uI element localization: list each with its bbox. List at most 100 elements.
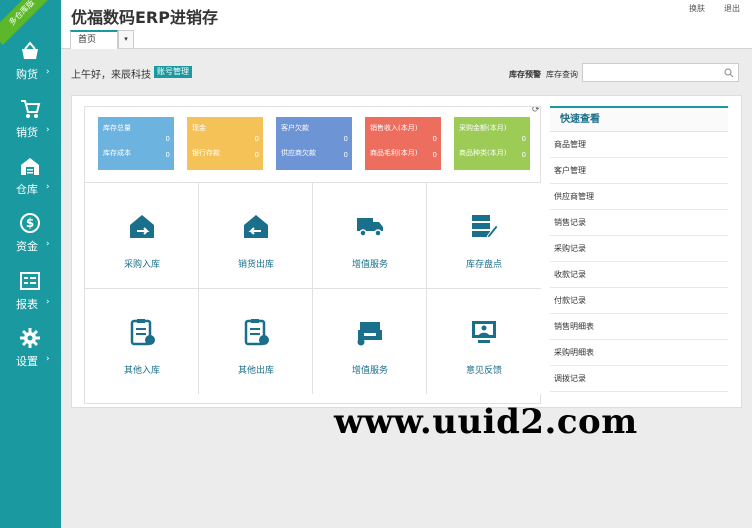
stat-label: 商品种类(本月) bbox=[459, 149, 507, 157]
stat-label: 库存总量 bbox=[103, 124, 131, 132]
sidebar-item-sales[interactable]: 销货 › bbox=[0, 96, 61, 152]
other-in-icon bbox=[130, 319, 155, 346]
quick-link-payment-records[interactable]: 付款记录 bbox=[550, 288, 728, 314]
tile-label: 增值服务 bbox=[351, 260, 388, 270]
stat-label: 商品毛利(本月) bbox=[370, 149, 418, 157]
tile-inventory-check[interactable]: 库存盘点 bbox=[427, 182, 541, 288]
sidebar-item-label: 设置 bbox=[16, 355, 38, 368]
tile-value-added-1[interactable]: 增值服务 bbox=[313, 182, 427, 288]
main-content: 上午好，来辰科技 账号管理 库存预警 库存查询 ⟳ 库存总量 0 库存成本 0 … bbox=[61, 49, 752, 528]
stat-label: 现金 bbox=[192, 124, 206, 132]
other-out-icon bbox=[244, 319, 269, 346]
chevron-right-icon: › bbox=[46, 182, 50, 192]
stat-value: 0 bbox=[165, 151, 170, 159]
tile-other-in[interactable]: 其他入库 bbox=[85, 288, 199, 394]
quick-view-panel: 快速查看 商品管理 客户管理 供应商管理 销售记录 采购记录 收款记录 付款记录… bbox=[550, 106, 728, 395]
switch-skin-link[interactable]: 换肤 bbox=[689, 3, 705, 14]
sidebar-item-label: 报表 bbox=[16, 298, 38, 311]
sidebar-item-label: 资金 bbox=[16, 240, 38, 253]
stat-label: 银行存款 bbox=[192, 149, 220, 157]
stock-query-label: 库存查询 bbox=[546, 70, 578, 79]
report-icon bbox=[20, 272, 40, 290]
quick-link-purchase-records[interactable]: 采购记录 bbox=[550, 236, 728, 262]
tile-sales-out[interactable]: 销货出库 bbox=[199, 182, 313, 288]
quick-view-title: 快速查看 bbox=[550, 106, 728, 132]
sidebar-item-warehouse[interactable]: 仓库 › bbox=[0, 153, 61, 209]
quick-link-suppliers[interactable]: 供应商管理 bbox=[550, 184, 728, 210]
dashboard-panel: ⟳ 库存总量 0 库存成本 0 现金 0 银行存款 0 客户欠款 0 供应商欠款… bbox=[71, 95, 742, 408]
warehouse-icon bbox=[21, 158, 39, 175]
stat-value: 0 bbox=[254, 151, 259, 159]
account-manage-button[interactable]: 账号管理 bbox=[154, 66, 192, 78]
quick-link-transfer-records[interactable]: 调拨记录 bbox=[550, 366, 728, 392]
quick-link-purchase-detail[interactable]: 采购明细表 bbox=[550, 340, 728, 366]
greeting-text: 上午好，来辰科技 bbox=[71, 70, 151, 81]
stat-card-cash: 现金 0 银行存款 0 bbox=[187, 117, 263, 170]
stat-label: 销售收入(本月) bbox=[370, 124, 418, 132]
chevron-right-icon: › bbox=[46, 67, 50, 77]
tile-value-added-2[interactable]: 增值服务 bbox=[313, 288, 427, 394]
sidebar-item-label: 仓库 bbox=[16, 183, 38, 196]
sidebar: 多仓库版 购货 › 销货 › 仓库 › $ 资金 › 报表 › 设置 › bbox=[0, 0, 61, 528]
stat-value: 0 bbox=[165, 135, 170, 143]
basket-icon bbox=[22, 41, 38, 59]
stat-label: 客户欠款 bbox=[281, 124, 309, 132]
watermark-text: www.uuid2.com bbox=[334, 402, 638, 442]
quick-link-customers[interactable]: 客户管理 bbox=[550, 158, 728, 184]
chevron-right-icon: › bbox=[46, 297, 50, 307]
app-title: 优福数码ERP进销存 bbox=[71, 8, 218, 27]
stat-value: 0 bbox=[521, 135, 526, 143]
stat-card-purchase: 采购金额(本月) 0 商品种类(本月) 0 bbox=[454, 117, 530, 170]
stat-value: 0 bbox=[254, 135, 259, 143]
sales-out-icon bbox=[244, 215, 268, 238]
tile-label: 库存盘点 bbox=[465, 260, 502, 270]
tile-other-out[interactable]: 其他出库 bbox=[199, 288, 313, 394]
tile-feedback[interactable]: 意见反馈 bbox=[427, 288, 541, 394]
quick-link-sales-records[interactable]: 销售记录 bbox=[550, 210, 728, 236]
stat-card-debts: 客户欠款 0 供应商欠款 0 bbox=[276, 117, 352, 170]
quick-link-receipt-records[interactable]: 收款记录 bbox=[550, 262, 728, 288]
quick-link-sales-detail[interactable]: 销售明细表 bbox=[550, 314, 728, 340]
stat-card-stock: 库存总量 0 库存成本 0 bbox=[98, 117, 174, 170]
tile-label: 销货出库 bbox=[237, 260, 274, 270]
quick-link-products[interactable]: 商品管理 bbox=[550, 132, 728, 158]
sidebar-item-purchase[interactable]: 购货 › bbox=[0, 38, 61, 94]
stat-value: 0 bbox=[343, 151, 348, 159]
stat-label: 供应商欠款 bbox=[281, 149, 316, 157]
truck-icon bbox=[357, 218, 383, 237]
dollar-icon: $ bbox=[20, 213, 40, 233]
stat-label: 库存成本 bbox=[103, 149, 131, 157]
feedback-icon bbox=[472, 321, 496, 343]
chevron-right-icon: › bbox=[46, 125, 50, 135]
tile-purchase-in[interactable]: 采购入库 bbox=[85, 182, 199, 288]
purchase-in-icon bbox=[130, 215, 154, 238]
stat-value: 0 bbox=[343, 135, 348, 143]
tile-label: 采购入库 bbox=[123, 260, 160, 270]
logout-link[interactable]: 退出 bbox=[724, 3, 740, 14]
stat-value: 0 bbox=[432, 151, 437, 159]
chevron-right-icon: › bbox=[46, 354, 50, 364]
tile-label: 其他出库 bbox=[237, 366, 274, 376]
search-box bbox=[582, 63, 739, 82]
stock-warning-link[interactable]: 库存预警 bbox=[509, 69, 541, 80]
gear-icon bbox=[20, 328, 40, 348]
sidebar-item-funds[interactable]: $ 资金 › bbox=[0, 210, 61, 266]
stat-value: 0 bbox=[521, 151, 526, 159]
tab-menu-button[interactable]: ▾ bbox=[118, 30, 134, 48]
search-icon[interactable] bbox=[724, 68, 734, 78]
svg-text:$: $ bbox=[26, 216, 34, 230]
search-input[interactable] bbox=[587, 66, 717, 79]
sidebar-item-label: 销货 bbox=[16, 126, 38, 139]
sidebar-item-reports[interactable]: 报表 › bbox=[0, 268, 61, 324]
stat-label: 采购金额(本月) bbox=[459, 124, 507, 132]
printer-icon bbox=[357, 322, 382, 346]
tile-label: 其他入库 bbox=[123, 366, 160, 376]
stat-value: 0 bbox=[432, 135, 437, 143]
shortcut-grid: 库存总量 0 库存成本 0 现金 0 银行存款 0 客户欠款 0 供应商欠款 0… bbox=[84, 106, 541, 404]
tile-label: 意见反馈 bbox=[465, 366, 502, 376]
chevron-right-icon: › bbox=[46, 239, 50, 249]
sidebar-item-settings[interactable]: 设置 › bbox=[0, 325, 61, 381]
tile-label: 增值服务 bbox=[351, 366, 388, 376]
inventory-check-icon bbox=[472, 215, 499, 239]
tab-home[interactable]: 首页 bbox=[70, 30, 118, 49]
